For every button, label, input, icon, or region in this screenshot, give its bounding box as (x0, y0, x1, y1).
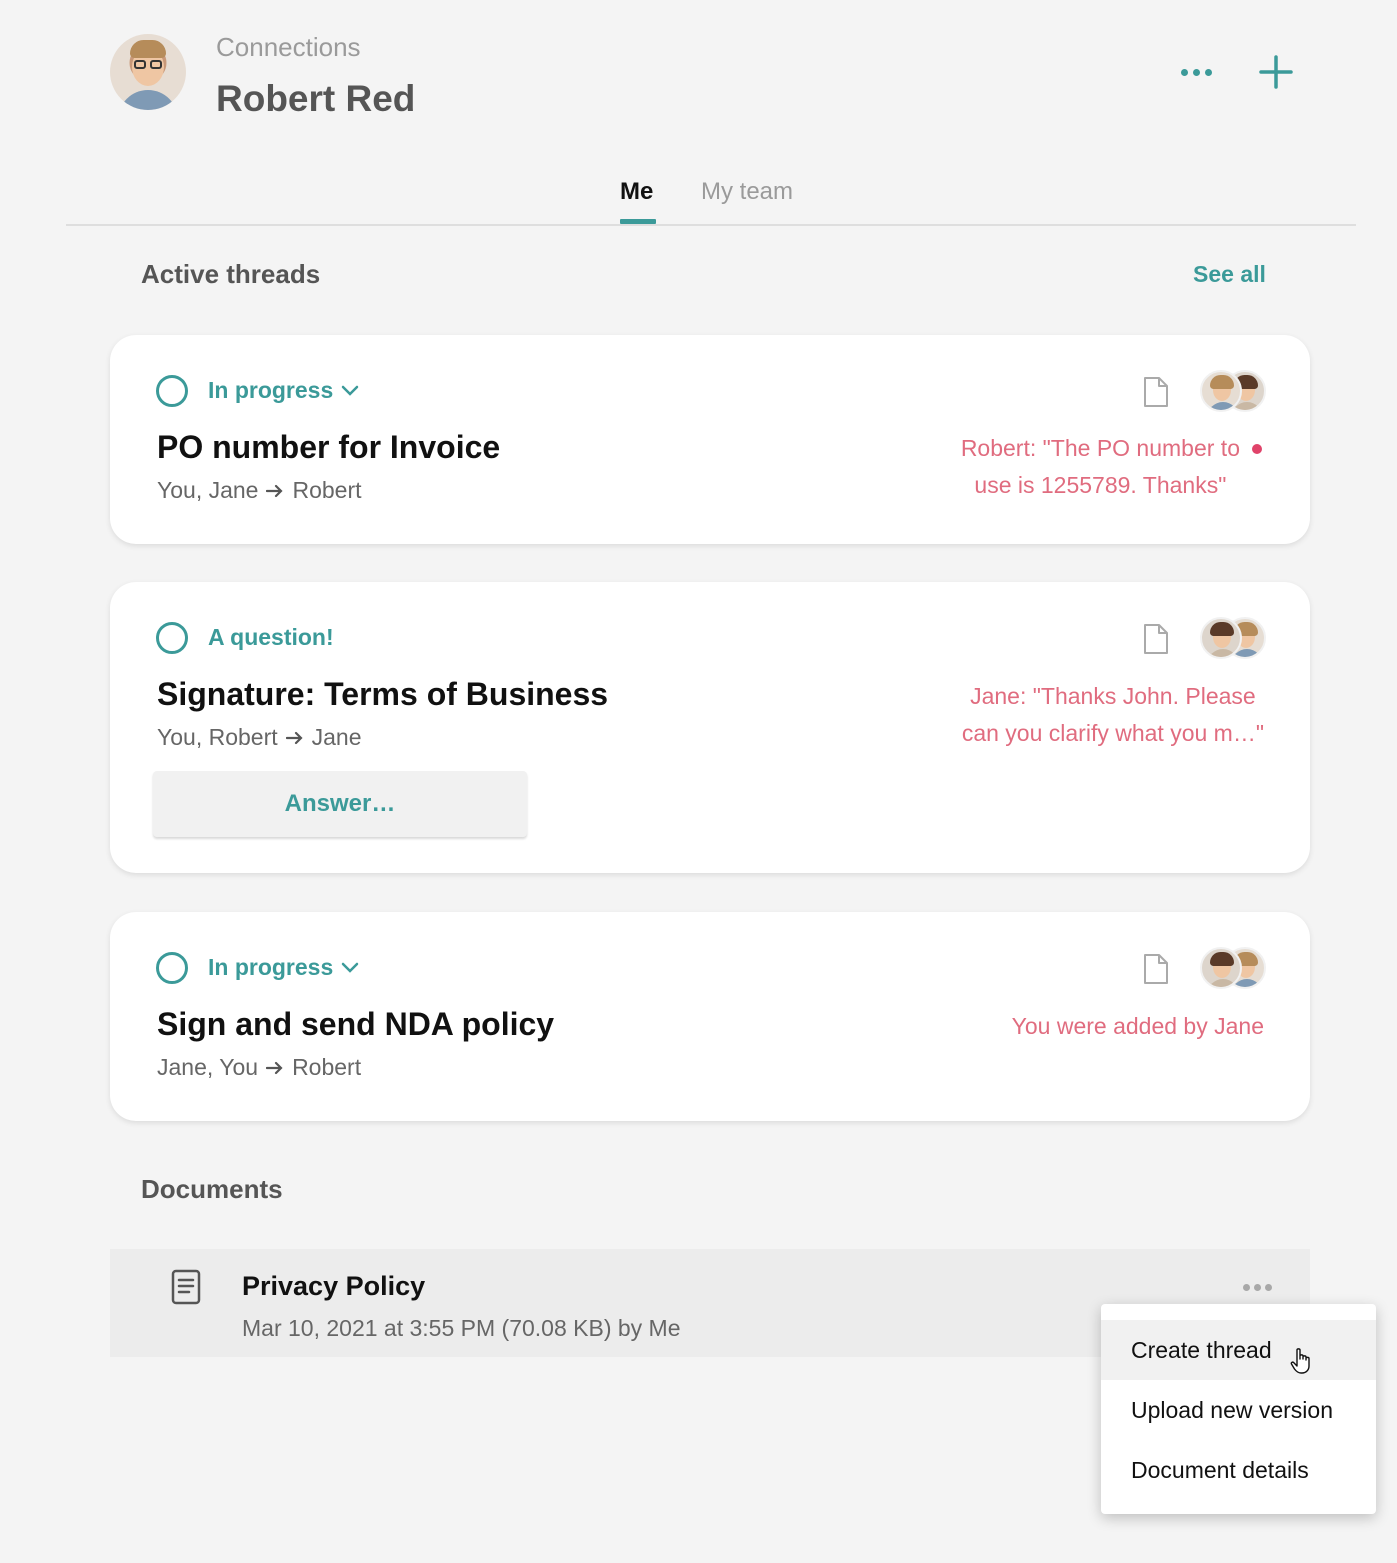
status-circle-icon[interactable] (156, 622, 188, 654)
tab-me[interactable]: Me (620, 178, 653, 206)
document-icon[interactable] (1142, 953, 1170, 985)
menu-item-document-details[interactable]: Document details (1101, 1440, 1376, 1500)
last-message: You were added by Jane (1012, 1008, 1264, 1045)
participants-from: You, Jane (157, 477, 259, 503)
file-text-icon (171, 1269, 201, 1305)
active-threads-heading: Active threads (141, 259, 321, 289)
message-line: Robert: "The PO number to (960, 435, 1240, 461)
document-icon[interactable] (1142, 623, 1170, 655)
status-dropdown[interactable]: In progress (208, 377, 359, 404)
status-label: A question! (208, 624, 334, 650)
participants-to: Jane (311, 724, 362, 750)
status-circle-icon[interactable] (156, 375, 188, 407)
menu-item-upload-new-version[interactable]: Upload new version (1101, 1380, 1376, 1440)
thread-participants: Jane, You Robert (157, 1054, 361, 1081)
see-all-link[interactable]: See all (1193, 261, 1266, 288)
participants-from: Jane, You (157, 1054, 259, 1080)
more-horizontal-icon[interactable] (1238, 1277, 1276, 1297)
document-name[interactable]: Privacy Policy (242, 1271, 425, 1302)
thread-participants: You, Robert Jane (157, 724, 362, 751)
last-message: Robert: "The PO number to use is 1255789… (961, 430, 1240, 504)
last-message: Jane: "Thanks John. Please can you clari… (962, 678, 1264, 752)
message-line: can you clarify what you m…" (961, 720, 1264, 746)
participant-avatars[interactable] (1200, 947, 1270, 989)
participants-to: Robert (292, 477, 362, 503)
participants-to: Robert (292, 1054, 362, 1080)
documents-heading: Documents (141, 1174, 283, 1204)
arrow-right-icon (266, 484, 284, 497)
avatar (1200, 617, 1242, 659)
page-title: Robert Red (216, 78, 416, 119)
thread-title: Signature: Terms of Business (157, 676, 609, 712)
message-line: use is 1255789. Thanks" (974, 472, 1227, 498)
chevron-down-icon (342, 385, 359, 396)
breadcrumb[interactable]: Connections (216, 32, 361, 63)
thread-card[interactable]: In progress PO number for Invoice You, J… (110, 335, 1310, 544)
chevron-down-icon (342, 962, 359, 973)
thread-card[interactable]: In progress Sign and send NDA policy Jan… (110, 912, 1310, 1121)
unread-dot (1252, 444, 1262, 454)
participant-avatars[interactable] (1200, 617, 1270, 659)
avatar (1200, 947, 1242, 989)
pointer-hand-icon (1290, 1348, 1310, 1374)
arrow-right-icon (285, 731, 303, 744)
more-horizontal-icon[interactable] (1174, 52, 1218, 92)
status-dropdown[interactable]: In progress (208, 954, 359, 981)
participant-avatars[interactable] (1200, 370, 1270, 412)
message-line: Jane: "Thanks John. Please (970, 683, 1256, 709)
message-line: You were added by Jane (1011, 1013, 1264, 1039)
profile-avatar (110, 34, 186, 110)
participants-from: You, Robert (157, 724, 278, 750)
thread-card[interactable]: A question! Signature: Terms of Business… (110, 582, 1310, 873)
tabs-divider (66, 224, 1356, 226)
tab-my-team[interactable]: My team (701, 178, 793, 206)
thread-title: PO number for Invoice (157, 429, 501, 465)
document-meta: Mar 10, 2021 at 3:55 PM (70.08 KB) by Me (242, 1315, 681, 1341)
context-menu: Create thread Upload new version Documen… (1101, 1304, 1376, 1514)
menu-item-create-thread[interactable]: Create thread (1101, 1320, 1376, 1380)
avatar (1200, 370, 1242, 412)
thread-title: Sign and send NDA policy (157, 1006, 555, 1042)
thread-participants: You, Jane Robert (157, 477, 362, 504)
status-circle-icon[interactable] (156, 952, 188, 984)
answer-button[interactable]: Answer… (153, 771, 527, 837)
status-label-wrapper: A question! (208, 624, 334, 651)
status-label: In progress (208, 954, 334, 980)
plus-icon[interactable] (1256, 52, 1296, 92)
status-label: In progress (208, 377, 334, 403)
arrow-right-icon (266, 1061, 283, 1074)
document-icon[interactable] (1142, 376, 1170, 408)
